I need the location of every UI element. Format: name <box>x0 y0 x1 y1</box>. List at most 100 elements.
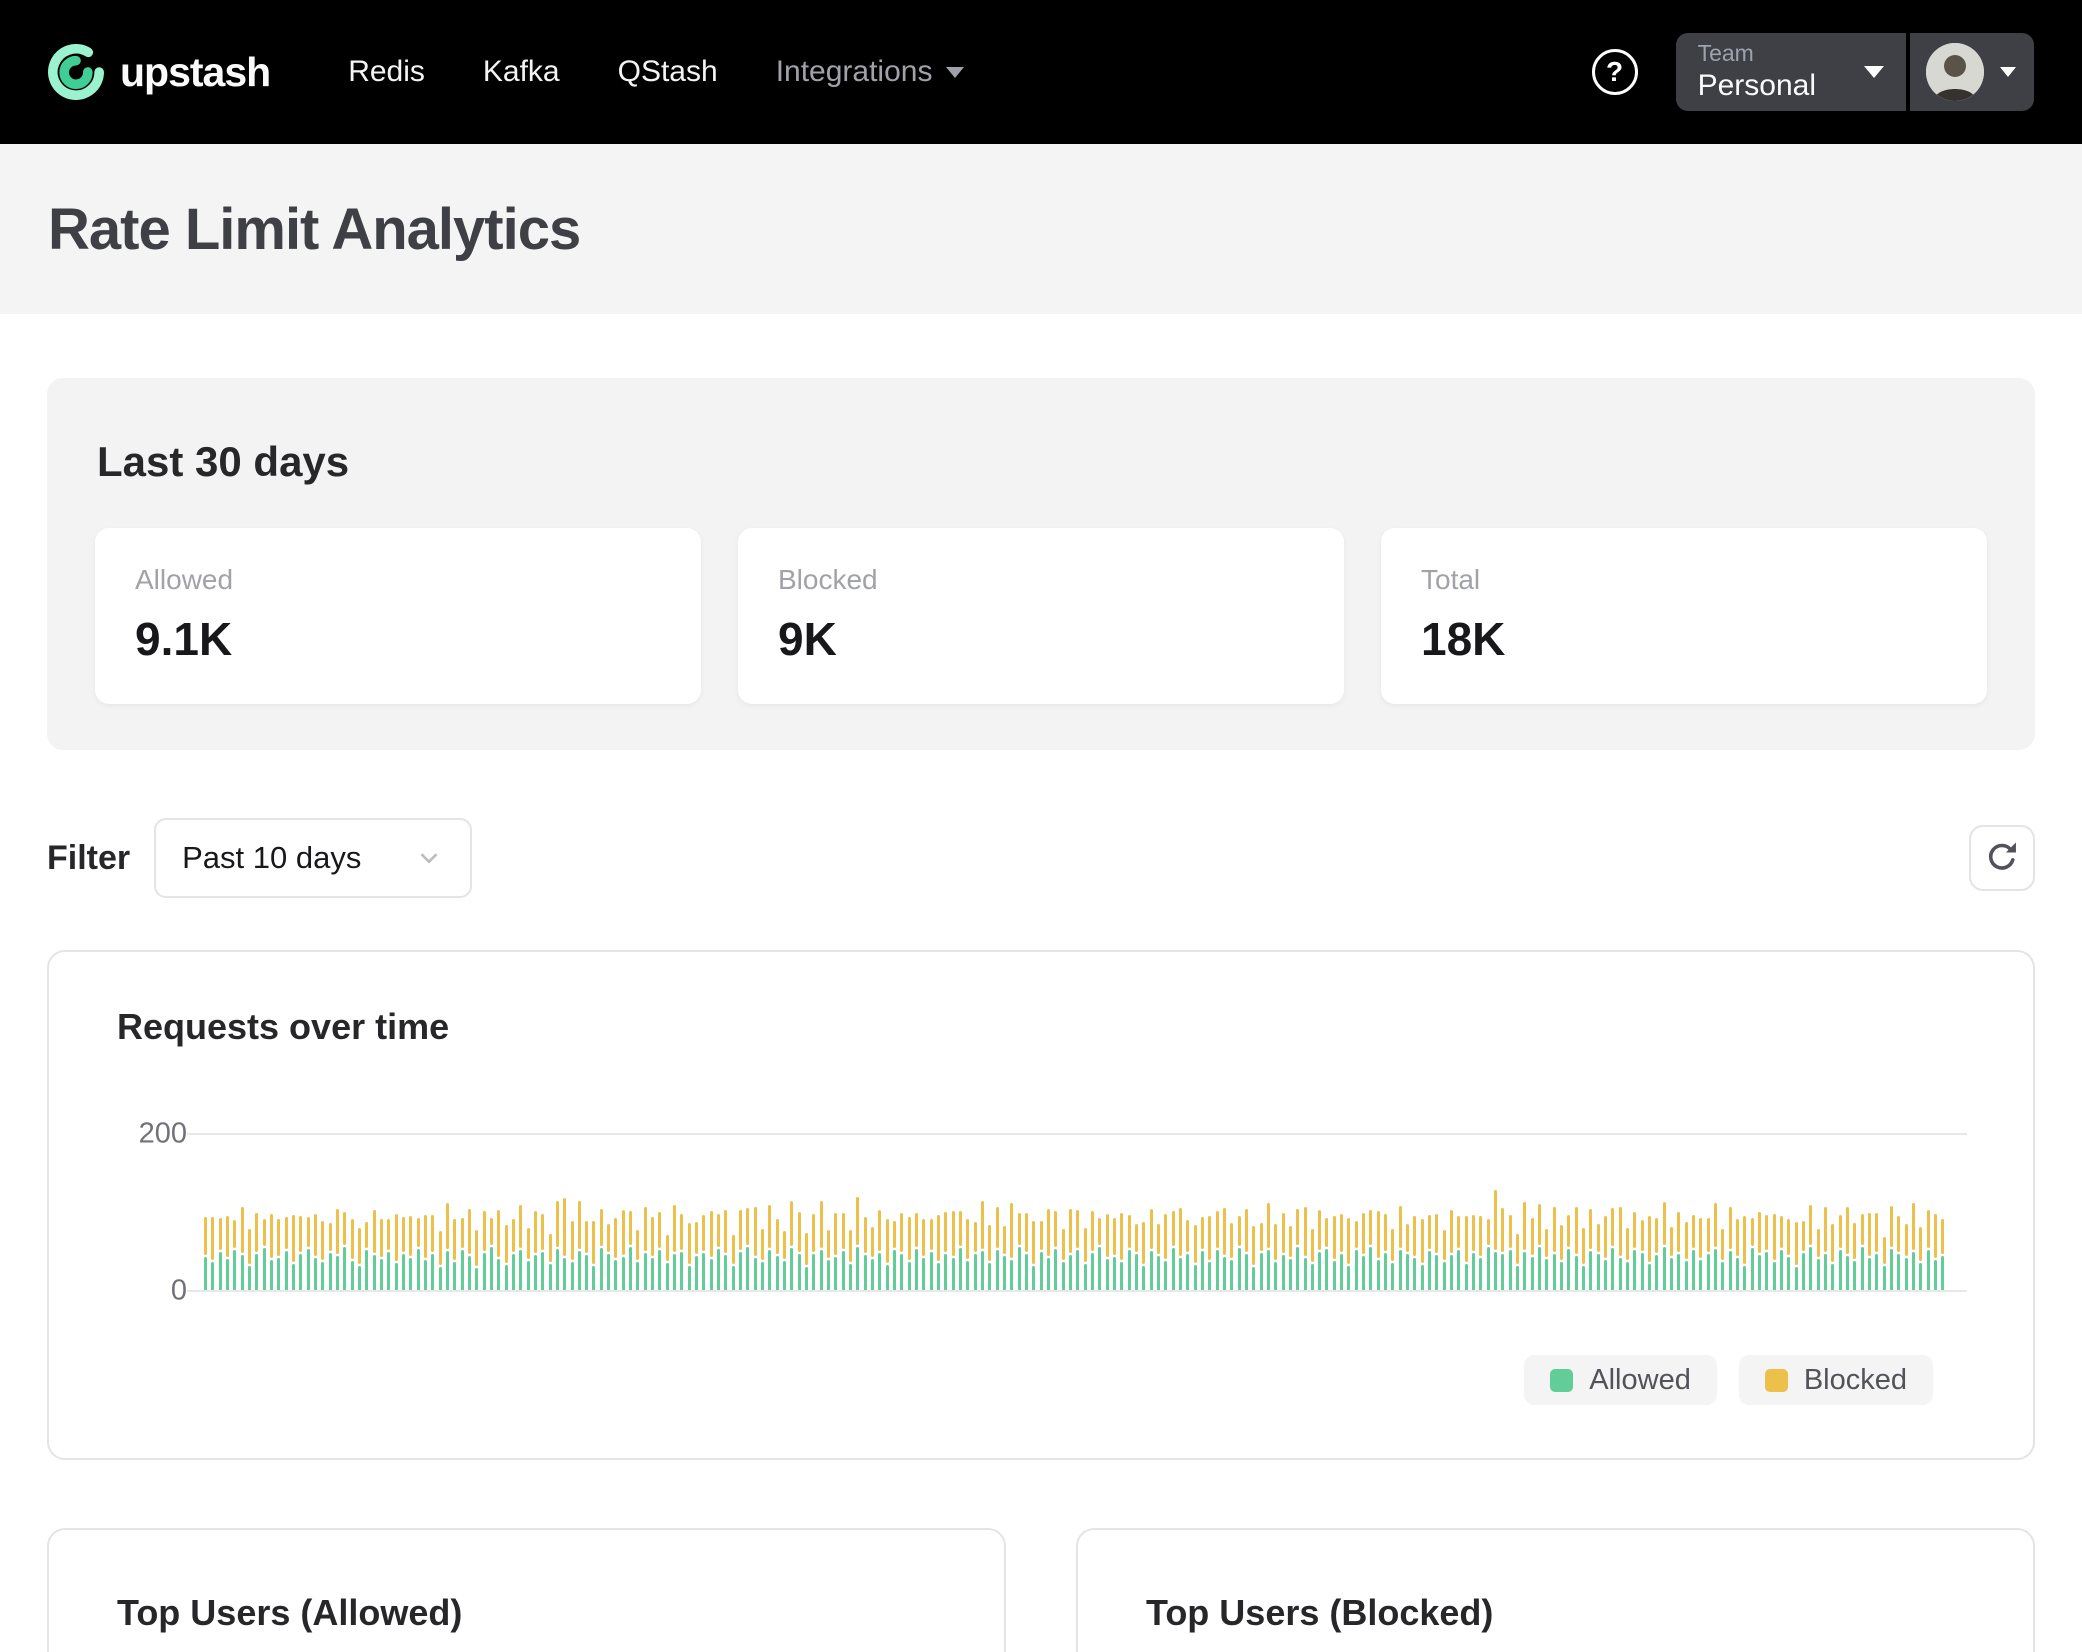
bar <box>930 1219 933 1290</box>
bar <box>1787 1219 1790 1290</box>
bar <box>1487 1219 1490 1290</box>
bar <box>1223 1208 1226 1290</box>
nav-link-qstash[interactable]: QStash <box>618 55 718 89</box>
bar <box>732 1235 735 1290</box>
bar <box>1318 1210 1321 1290</box>
bar <box>739 1210 742 1290</box>
stat-label: Allowed <box>135 564 661 596</box>
upstash-brand[interactable]: upstash <box>48 44 270 100</box>
bar <box>1340 1214 1343 1290</box>
legend-item-blocked[interactable]: Blocked <box>1739 1355 1933 1405</box>
bar <box>1817 1229 1820 1290</box>
bar <box>226 1216 229 1290</box>
bar <box>754 1207 757 1290</box>
bar <box>1025 1213 1028 1290</box>
bar <box>1839 1215 1842 1290</box>
time-range-select[interactable]: Past 10 days <box>154 818 472 898</box>
avatar-silhouette-icon <box>1926 43 1984 101</box>
top-users-row: Top Users (Allowed) Top Users (Blocked) <box>47 1528 2035 1652</box>
bar <box>790 1201 793 1290</box>
bar <box>1391 1229 1394 1290</box>
bar <box>1355 1221 1358 1290</box>
bar <box>666 1235 669 1290</box>
top-nav: upstash Redis Kafka QStash Integrations … <box>0 0 2082 144</box>
page-title: Rate Limit Analytics <box>48 196 580 263</box>
bar <box>1795 1222 1798 1290</box>
bar <box>1062 1229 1065 1290</box>
bar <box>468 1209 471 1290</box>
legend-item-allowed[interactable]: Allowed <box>1524 1355 1717 1405</box>
bar <box>1010 1203 1013 1290</box>
bar <box>680 1214 683 1290</box>
bar <box>915 1213 918 1290</box>
bar <box>475 1230 478 1290</box>
bar <box>1743 1216 1746 1290</box>
bar <box>1663 1202 1666 1290</box>
team-value: Personal <box>1698 68 1816 104</box>
bar <box>1128 1215 1131 1290</box>
bar <box>1648 1216 1651 1290</box>
bar <box>1457 1216 1460 1290</box>
bar <box>1494 1190 1497 1290</box>
bar <box>1120 1213 1123 1290</box>
refresh-button[interactable] <box>1969 825 2035 891</box>
bar <box>717 1214 720 1290</box>
upstash-logo-icon <box>48 44 104 100</box>
bar <box>1545 1229 1548 1290</box>
bar <box>1252 1226 1255 1290</box>
bar <box>622 1210 625 1290</box>
bar <box>864 1217 867 1290</box>
nav-link-kafka[interactable]: Kafka <box>483 55 560 89</box>
bar <box>1194 1225 1197 1290</box>
bar <box>1809 1205 1812 1290</box>
bar <box>1289 1226 1292 1290</box>
bar <box>893 1221 896 1290</box>
team-selector[interactable]: Team Personal <box>1676 33 1906 111</box>
bar <box>1751 1218 1754 1290</box>
nav-link-integrations-label: Integrations <box>776 55 933 89</box>
bar <box>988 1225 991 1290</box>
bar <box>1582 1228 1585 1290</box>
bar <box>1531 1218 1534 1290</box>
user-menu[interactable] <box>1910 33 2034 111</box>
avatar <box>1926 43 1984 101</box>
bar <box>1003 1226 1006 1290</box>
bar <box>783 1231 786 1290</box>
bar <box>710 1211 713 1290</box>
legend-label: Allowed <box>1589 1364 1691 1397</box>
help-button[interactable]: ? <box>1592 49 1638 95</box>
bar <box>1304 1207 1307 1290</box>
bar <box>761 1229 764 1290</box>
top-users-allowed-card: Top Users (Allowed) <box>47 1528 1006 1652</box>
bar <box>886 1219 889 1290</box>
bar <box>1802 1221 1805 1290</box>
bar <box>380 1219 383 1290</box>
bar <box>1626 1228 1629 1290</box>
bar <box>549 1234 552 1290</box>
stat-value: 9K <box>778 612 1304 666</box>
bars-plot <box>204 952 1954 1290</box>
bar <box>277 1219 280 1290</box>
bar <box>439 1231 442 1290</box>
stat-card-allowed: Allowed 9.1K <box>95 528 701 704</box>
bar <box>1157 1224 1160 1290</box>
bar <box>1604 1216 1607 1290</box>
bar <box>1018 1213 1021 1290</box>
bar <box>1098 1218 1101 1290</box>
chevron-down-icon <box>946 67 964 78</box>
bar <box>417 1218 420 1290</box>
bar <box>1172 1211 1175 1290</box>
y-axis-tick-0: 0 <box>107 1271 187 1312</box>
bar <box>1296 1209 1299 1290</box>
bar <box>1245 1209 1248 1290</box>
nav-link-redis[interactable]: Redis <box>348 55 425 89</box>
bar <box>578 1201 581 1290</box>
nav-link-integrations[interactable]: Integrations <box>776 55 965 89</box>
bar <box>1238 1216 1241 1290</box>
bar <box>497 1210 500 1290</box>
bar <box>1861 1214 1864 1290</box>
bar <box>1868 1213 1871 1290</box>
bar <box>541 1214 544 1290</box>
bar <box>1201 1217 1204 1290</box>
bar <box>1377 1211 1380 1290</box>
